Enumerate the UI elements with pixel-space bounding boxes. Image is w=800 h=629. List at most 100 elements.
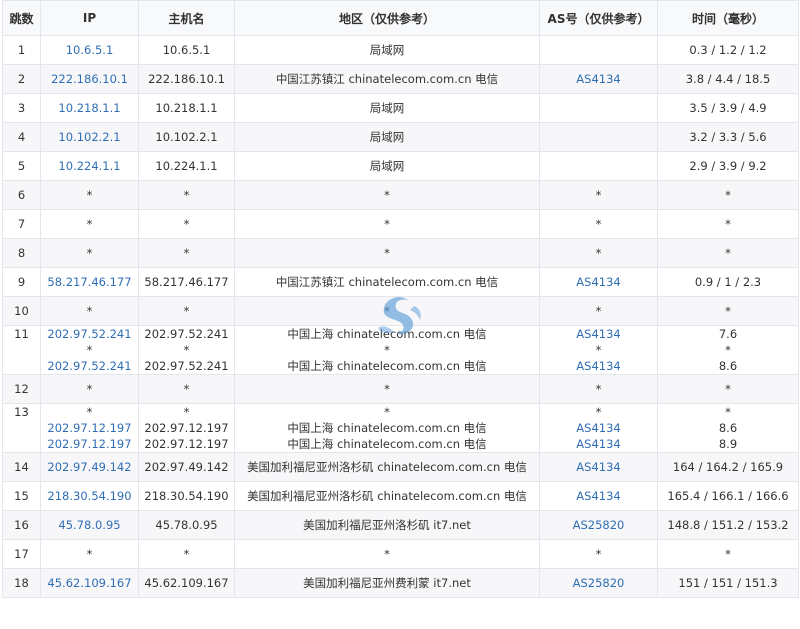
time-cell: 0.3 / 1.2 / 1.2 (657, 35, 799, 65)
hostname-text: 10.102.2.1 (155, 130, 218, 144)
as-number-link[interactable]: AS4134 (541, 274, 657, 290)
time-cell: * (657, 209, 799, 239)
table-body: 1 10.6.5.1 10.6.5.1 局域网 0.3 / 1.2 / 1.2 2 222.… (2, 35, 799, 598)
region-text: 美国加利福尼亚州洛杉矶 chinatelecom.com.cn 电信 (247, 489, 527, 503)
as-number-text: * (595, 405, 602, 419)
region-text: 中国江苏镇江 chinatelecom.com.cn 电信 (275, 72, 499, 86)
ip-link[interactable]: 10.102.2.1 (42, 129, 138, 145)
as-number-cell: AS4134 (539, 64, 658, 94)
ip-cell: 58.217.46.177 (40, 267, 139, 297)
table-row: 10 * * * * * (2, 296, 799, 326)
hop-number-cell: 6 (2, 180, 41, 210)
hostname-cell: 222.186.10.1 (138, 64, 235, 94)
as-number-link[interactable]: AS4134 (541, 327, 657, 343)
hostname-cell: * 202.97.12.197 202.97.12.197 (138, 403, 235, 453)
ip-link[interactable]: 58.217.46.177 (42, 274, 138, 290)
time-cell: 3.5 / 3.9 / 4.9 (657, 93, 799, 123)
region-cell: 美国加利福尼亚州洛杉矶 chinatelecom.com.cn 电信 (234, 481, 540, 511)
ip-link[interactable]: 222.186.10.1 (42, 71, 138, 87)
ip-link[interactable]: 202.97.12.197 (42, 436, 138, 452)
hostname-cell: 218.30.54.190 (138, 481, 235, 511)
time-text: * (725, 547, 731, 561)
as-number-link[interactable]: AS4134 (541, 71, 657, 87)
hostname-cell: * (138, 209, 235, 239)
hop-number-cell: 17 (2, 539, 41, 569)
time-cell: * 8.6 8.9 (657, 403, 799, 453)
time-cell: * (657, 539, 799, 569)
hop-number: 4 (17, 130, 26, 144)
hostname-text: 45.78.0.95 (155, 518, 218, 532)
ip-link[interactable]: 10.218.1.1 (42, 100, 138, 116)
as-number-cell: * (539, 296, 658, 326)
hostname-cell: 202.97.49.142 (138, 452, 235, 482)
region-text: 中国上海 chinatelecom.com.cn 电信 (287, 437, 487, 451)
as-number-link[interactable]: AS4134 (541, 488, 657, 504)
table-row: 6 * * * * * (2, 180, 799, 210)
region-cell: * (234, 539, 540, 569)
ip-cell: * (40, 238, 139, 268)
ip-link[interactable]: 218.30.54.190 (42, 488, 138, 504)
time-text: 2.9 / 3.9 / 9.2 (689, 159, 767, 173)
region-text: 局域网 (369, 101, 405, 115)
region-text: 中国上海 chinatelecom.com.cn 电信 (287, 327, 487, 341)
hostname-text: 202.97.52.241 (144, 327, 229, 341)
region-cell: 中国江苏镇江 chinatelecom.com.cn 电信 (234, 267, 540, 297)
as-number-text (541, 158, 657, 174)
as-number-link[interactable]: AS4134 (541, 459, 657, 475)
table-row: 18 45.62.109.167 45.62.109.167 美国加利福尼亚州费利蒙 … (2, 568, 799, 598)
ip-cell: * (40, 180, 139, 210)
hop-number: 6 (17, 188, 26, 202)
as-number-link[interactable]: AS25820 (541, 575, 657, 591)
hop-number-cell: 8 (2, 238, 41, 268)
header-hop: 跳数 (2, 0, 41, 36)
hostname-text: 202.97.52.241 (144, 359, 229, 373)
hop-number: 5 (17, 159, 26, 173)
as-number-link[interactable]: AS25820 (541, 517, 657, 533)
hop-number: 14 (14, 460, 29, 474)
hostname-text: 202.97.49.142 (144, 460, 229, 474)
ip-link[interactable]: 202.97.12.197 (42, 420, 138, 436)
ip-text: * (86, 547, 93, 561)
time-text: 8.6 (718, 359, 738, 373)
time-text: 8.9 (718, 437, 738, 451)
as-number-cell: * (539, 539, 658, 569)
ip-cell: 222.186.10.1 (40, 64, 139, 94)
ip-link[interactable]: 10.6.5.1 (42, 42, 138, 58)
as-number-link[interactable]: AS4134 (541, 358, 657, 374)
time-text: 8.6 (718, 421, 738, 435)
time-text: * (725, 382, 731, 396)
as-number-cell: * (539, 238, 658, 268)
region-text: 美国加利福尼亚州费利蒙 it7.net (303, 576, 471, 590)
as-number-link[interactable]: AS4134 (541, 436, 657, 452)
hostname-text: * (183, 405, 190, 419)
as-number-link[interactable]: AS4134 (541, 420, 657, 436)
ip-link[interactable]: 202.97.49.142 (42, 459, 138, 475)
ip-link[interactable]: 10.224.1.1 (42, 158, 138, 174)
ip-link[interactable]: 45.78.0.95 (42, 517, 138, 533)
as-number-text: * (595, 246, 602, 260)
table-row: 1 10.6.5.1 10.6.5.1 局域网 0.3 / 1.2 / 1.2 (2, 35, 799, 65)
table-row: 2 222.186.10.1 222.186.10.1 中国江苏镇江 chinatel… (2, 64, 799, 94)
ip-link[interactable]: 45.62.109.167 (42, 575, 138, 591)
time-text: * (725, 188, 731, 202)
header-ip: IP (40, 0, 139, 36)
region-text: 局域网 (369, 159, 405, 173)
as-number-cell: * (539, 374, 658, 404)
region-cell: 中国上海 chinatelecom.com.cn 电信 * 中国上海 chinate… (234, 325, 540, 375)
as-number-cell: AS4134 (539, 267, 658, 297)
region-cell: 局域网 (234, 35, 540, 65)
ip-link[interactable]: 202.97.52.241 (42, 358, 138, 374)
region-cell: 美国加利福尼亚州洛杉矶 chinatelecom.com.cn 电信 (234, 452, 540, 482)
region-text: 中国上海 chinatelecom.com.cn 电信 (287, 421, 487, 435)
hop-number: 1 (17, 43, 26, 57)
hostname-text: * (183, 382, 190, 396)
hostname-text: 202.97.12.197 (144, 421, 229, 435)
as-number-text: * (595, 547, 602, 561)
ip-link[interactable]: 202.97.52.241 (42, 327, 138, 343)
hop-number: 15 (14, 489, 29, 503)
region-cell: 局域网 (234, 151, 540, 181)
hostname-cell: * (138, 180, 235, 210)
hop-number-cell: 11 (2, 325, 41, 375)
as-number-text (541, 42, 657, 58)
time-text: 3.5 / 3.9 / 4.9 (689, 101, 767, 115)
